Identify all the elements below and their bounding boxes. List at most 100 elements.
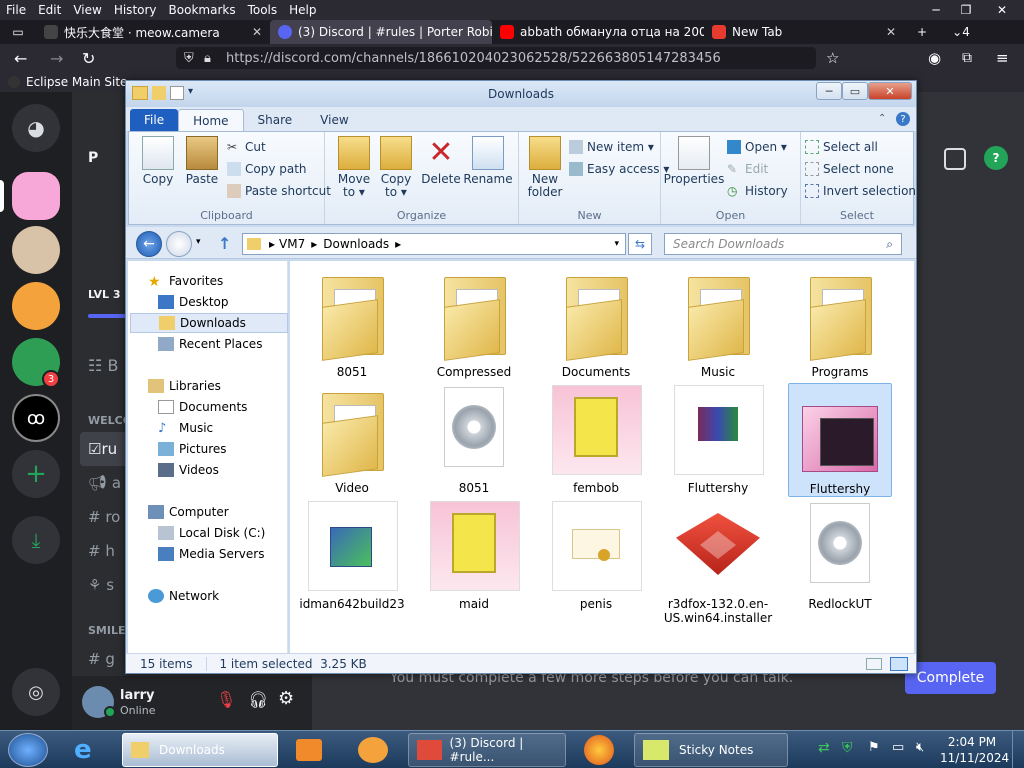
help-icon[interactable]: ? — [896, 112, 910, 126]
maximize-button[interactable]: ▭ — [842, 82, 868, 100]
collapse-ribbon-icon[interactable]: ⌃ — [878, 113, 886, 124]
paste-button[interactable]: Paste — [181, 136, 223, 186]
menu-edit[interactable]: Edit — [32, 3, 67, 17]
file-item[interactable]: r3dfox-132.0.en-US.win64.installer — [664, 499, 772, 625]
edit-button[interactable]: ✎ Edit — [727, 162, 768, 176]
taskbar-downloads[interactable]: Downloads — [122, 733, 278, 767]
minimize-browser-button[interactable]: ─ — [922, 0, 950, 20]
bookmark-star-icon[interactable]: ☆ — [826, 49, 839, 67]
history-button[interactable]: ◷ History — [727, 184, 788, 198]
menu-tools[interactable]: Tools — [242, 3, 284, 17]
select-none-button[interactable]: Select none — [805, 162, 894, 176]
media-player-icon[interactable] — [296, 739, 322, 761]
file-item[interactable]: Video — [300, 383, 404, 495]
tab-share[interactable]: Share — [244, 109, 307, 131]
gear-icon[interactable]: ⚙ — [278, 688, 294, 709]
recent-locations-icon[interactable]: ▾ — [196, 237, 201, 247]
close-tab-icon[interactable]: ✕ — [886, 25, 896, 39]
copy-to-button[interactable]: Copy to ▾ — [375, 136, 417, 199]
tray-action-center-icon[interactable]: ⚑ — [868, 740, 880, 755]
mic-muted-icon[interactable]: 🎙︎ — [216, 690, 236, 709]
tray-clock[interactable]: 2:04 PM 11/11/2024 — [940, 734, 1009, 766]
channel-g[interactable]: # g — [88, 650, 115, 668]
file-item[interactable]: Compressed — [422, 267, 526, 379]
bookmark-eclipse[interactable]: Eclipse Main Site — [26, 75, 127, 89]
file-item[interactable]: idman642build23 — [299, 499, 405, 611]
customize-toolbar-icon[interactable]: ▾ — [188, 86, 193, 97]
address-dropdown-icon[interactable]: ▾ — [614, 239, 619, 249]
menu-view[interactable]: View — [67, 3, 107, 17]
menu-help[interactable]: Help — [283, 3, 322, 17]
tray-display-icon[interactable]: ▭ — [892, 740, 904, 755]
file-item[interactable]: Fluttershy — [788, 383, 892, 497]
tab-file[interactable]: File — [130, 109, 179, 131]
channel-browse[interactable]: ☷ B — [88, 356, 118, 375]
start-orb-icon[interactable] — [8, 733, 48, 767]
tab-view[interactable]: View — [306, 109, 362, 131]
invert-selection-button[interactable]: Invert selection — [805, 184, 916, 198]
file-item[interactable]: Documents — [544, 267, 648, 379]
nav-downloads[interactable]: Downloads — [130, 313, 288, 333]
open-button[interactable]: Open ▾ — [727, 140, 787, 154]
delete-button[interactable]: ✕ Delete — [421, 136, 461, 186]
server-eclipse[interactable]: ꝏ — [12, 394, 60, 442]
properties-button[interactable]: Properties — [664, 136, 724, 186]
internet-explorer-icon[interactable]: e — [74, 737, 92, 763]
server-avatar-girl[interactable] — [12, 226, 60, 274]
file-item[interactable]: 8051 — [300, 267, 404, 379]
search-input[interactable]: Search Downloads ⌕ — [664, 233, 902, 255]
breadcrumb-vm7[interactable]: VM7 — [279, 237, 305, 251]
menu-history[interactable]: History — [108, 3, 163, 17]
back-button[interactable]: ← — [136, 231, 162, 257]
new-folder-button[interactable]: New folder — [525, 136, 565, 199]
tab-discord[interactable]: (3) Discord | #rules | Porter Robi — [270, 20, 492, 44]
tab-newtab[interactable]: New Tab ✕ — [704, 20, 904, 44]
restore-browser-button[interactable]: ❐ — [952, 0, 980, 20]
copy-path-button[interactable]: Copy path — [227, 162, 307, 176]
menu-bookmarks[interactable]: Bookmarks — [163, 3, 242, 17]
file-item[interactable]: maid — [422, 499, 526, 611]
quick-access-folder-icon[interactable] — [152, 86, 166, 100]
paste-shortcut-button[interactable]: Paste shortcut — [227, 184, 331, 198]
file-item[interactable]: Music — [666, 267, 770, 379]
tab-youtube[interactable]: abbath обманула отца на 200 ( ✕ — [492, 20, 704, 44]
quick-access-page-icon[interactable] — [170, 86, 184, 100]
file-item[interactable]: Fluttershy — [666, 383, 770, 495]
nav-libraries[interactable]: Libraries — [148, 376, 306, 396]
address-box[interactable]: ▸ VM7 ▸ Downloads ▸ ▾ — [242, 233, 626, 255]
copy-button[interactable]: Copy — [137, 136, 179, 186]
cut-button[interactable]: ✂ Cut — [227, 140, 266, 154]
nav-network[interactable]: Network — [148, 586, 306, 606]
close-tab-icon[interactable]: ✕ — [252, 25, 262, 39]
channel-h[interactable]: # h — [88, 542, 115, 560]
explorer-titlebar[interactable]: ▾ Downloads ─ ▭ ✕ — [126, 81, 916, 107]
reload-icon[interactable]: ↻ — [82, 49, 95, 68]
hamburger-menu-icon[interactable]: ≡ — [996, 49, 1009, 67]
uc-browser-icon[interactable] — [358, 737, 388, 763]
account-icon[interactable]: ◉ — [928, 49, 941, 67]
firefox-view-icon[interactable]: ▭ — [0, 20, 36, 44]
new-item-button[interactable]: New item ▾ — [569, 140, 654, 154]
details-view-icon[interactable] — [866, 657, 882, 670]
category-smile[interactable]: SMILE — [88, 624, 126, 637]
nav-computer[interactable]: Computer — [148, 502, 306, 522]
channel-s[interactable]: ⚘ s — [88, 576, 114, 594]
tray-shield-icon[interactable]: ⛨ — [842, 740, 853, 756]
file-item[interactable]: 8051 — [422, 383, 526, 495]
taskbar-discord[interactable]: (3) Discord | #rule... — [408, 733, 566, 767]
show-desktop-button[interactable] — [1012, 731, 1024, 768]
url-bar[interactable]: ⛨ 🔒︎ https://discord.com/channels/186610… — [176, 47, 816, 69]
large-icons-view-icon[interactable] — [890, 656, 908, 671]
select-all-button[interactable]: Select all — [805, 140, 878, 154]
refresh-icon[interactable]: ⇆ — [628, 233, 652, 255]
minimize-button[interactable]: ─ — [816, 82, 842, 100]
close-browser-button[interactable]: ✕ — [988, 0, 1016, 20]
tab-home[interactable]: Home — [178, 109, 244, 131]
rename-button[interactable]: Rename — [463, 136, 513, 186]
download-apps-icon[interactable]: ⤓ — [12, 516, 60, 564]
taskbar-sticky-notes[interactable]: Sticky Notes — [634, 733, 788, 767]
discord-home-icon[interactable]: ◕ — [12, 104, 60, 152]
tray-volume-muted-icon[interactable]: 🔇︎ — [916, 740, 924, 755]
complete-button[interactable]: Complete — [905, 662, 996, 694]
file-item[interactable]: RedlockUT — [788, 499, 892, 611]
